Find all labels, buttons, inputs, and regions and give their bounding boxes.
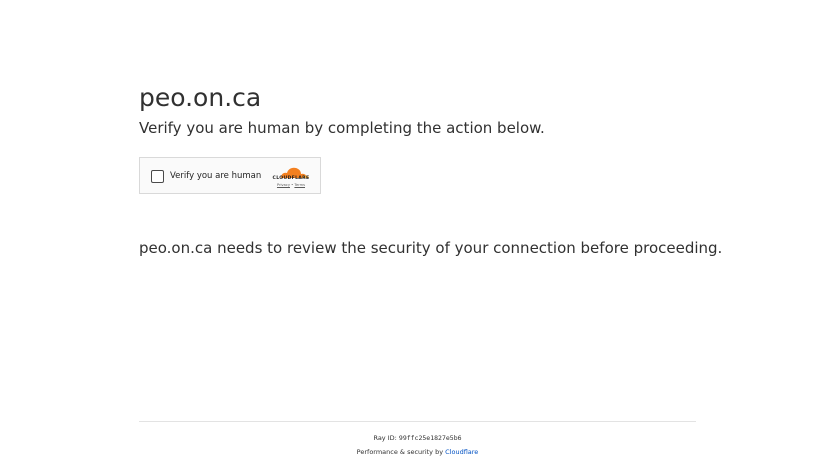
- subtitle: Verify you are human by completing the a…: [139, 119, 545, 137]
- widget-links: Privacy • Terms: [267, 183, 315, 187]
- verify-checkbox[interactable]: [151, 170, 164, 183]
- privacy-link[interactable]: Privacy: [277, 183, 290, 187]
- security-message: peo.on.ca needs to review the security o…: [139, 239, 723, 257]
- cloudflare-wordmark: CLOUDFLARE: [272, 176, 310, 181]
- ray-id-label: Ray ID:: [373, 434, 399, 442]
- performance-credit: Performance & security by Cloudflare: [139, 447, 696, 457]
- terms-link[interactable]: Terms: [294, 183, 305, 187]
- ray-id-value: 99ffc25e1827e5b6: [398, 434, 462, 442]
- turnstile-widget: Verify you are human CLOUDFLARE Privacy …: [139, 157, 321, 194]
- verify-label[interactable]: Verify you are human: [170, 170, 261, 182]
- site-title: peo.on.ca: [139, 83, 262, 112]
- ray-id: Ray ID: 99ffc25e1827e5b6: [139, 433, 696, 443]
- cloudflare-link[interactable]: Cloudflare: [445, 448, 478, 456]
- link-separator: •: [291, 183, 294, 187]
- footer: Ray ID: 99ffc25e1827e5b6 Performance & s…: [139, 421, 696, 457]
- performance-label: Performance & security by: [356, 448, 446, 456]
- main-content: peo.on.ca Verify you are human by comple…: [139, 83, 739, 138]
- challenge-page: peo.on.ca Verify you are human by comple…: [0, 0, 835, 469]
